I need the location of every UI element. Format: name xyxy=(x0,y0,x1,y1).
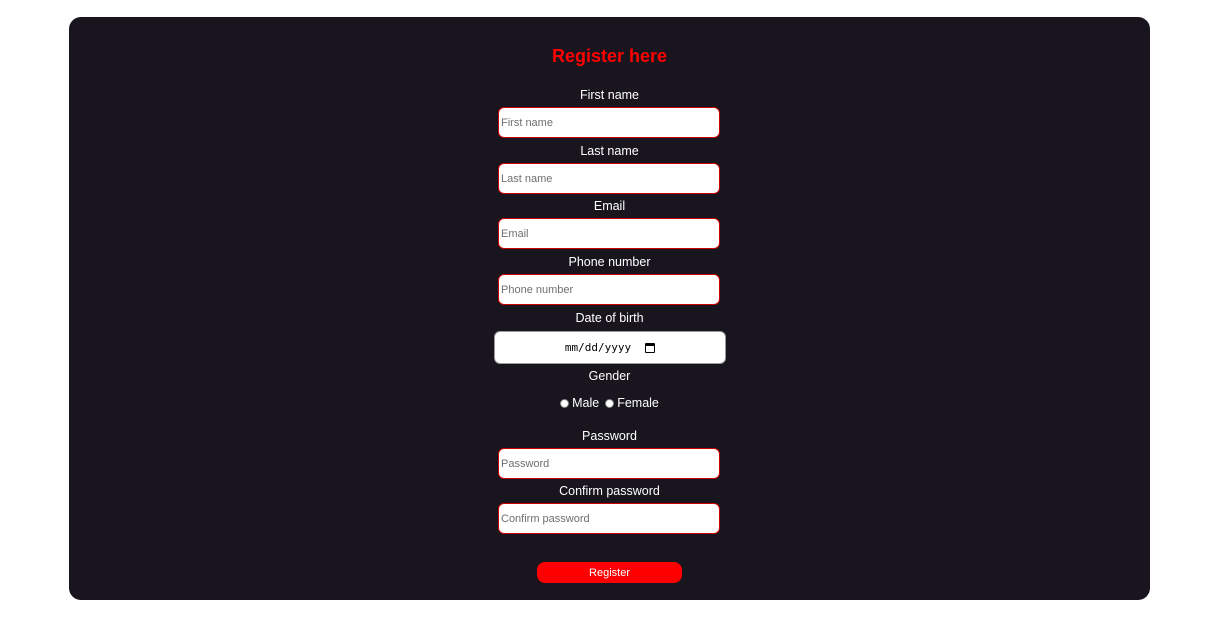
confirm-password-label: Confirm password xyxy=(559,484,660,498)
first-name-label: First name xyxy=(579,88,640,102)
female-label: Female xyxy=(617,396,659,410)
dob-label: Date of birth xyxy=(575,311,644,325)
phone-input[interactable] xyxy=(498,274,720,305)
gender-options: Male Female xyxy=(69,396,1150,410)
female-radio[interactable] xyxy=(605,398,615,408)
male-label: Male xyxy=(572,396,600,410)
gender-option-female[interactable]: Female xyxy=(605,396,659,410)
dob-value: mm/dd/yyyy xyxy=(564,341,632,354)
password-input[interactable] xyxy=(498,448,720,479)
calendar-icon[interactable] xyxy=(645,342,656,353)
registration-card: Register here First name Last name Email… xyxy=(69,17,1150,600)
last-name-label: Last name xyxy=(580,144,639,158)
register-button[interactable]: Register xyxy=(537,562,682,583)
gender-label: Gender xyxy=(588,369,631,383)
email-label: Email xyxy=(593,199,626,213)
email-input[interactable] xyxy=(498,218,720,249)
confirm-password-input[interactable] xyxy=(498,503,720,534)
form-title: Register here xyxy=(551,46,668,66)
last-name-input[interactable] xyxy=(498,163,720,194)
dob-input[interactable]: mm/dd/yyyy xyxy=(494,331,726,364)
phone-label: Phone number xyxy=(568,255,651,269)
male-radio[interactable] xyxy=(560,398,570,408)
first-name-input[interactable] xyxy=(498,107,720,138)
gender-option-male[interactable]: Male xyxy=(560,396,599,410)
password-label: Password xyxy=(582,429,637,443)
